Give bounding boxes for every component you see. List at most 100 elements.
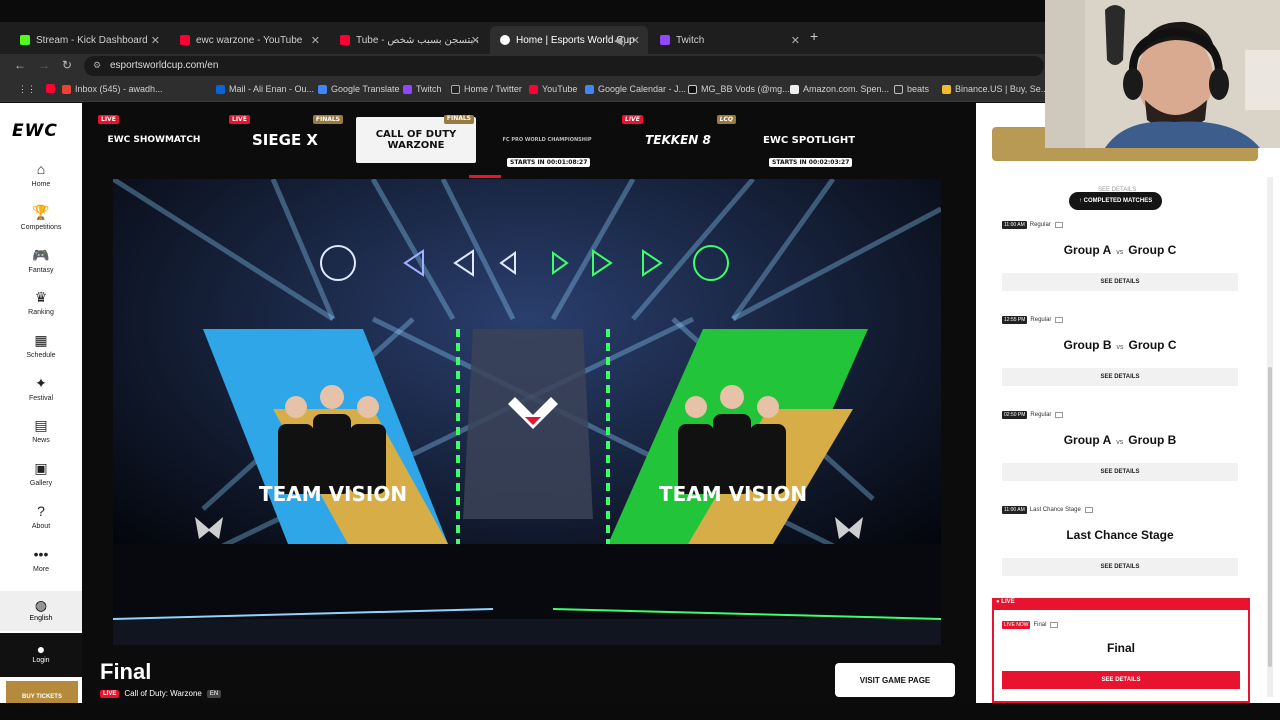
right-team-text: TEAM VISION	[659, 482, 807, 506]
see-details-button[interactable]: SEE DETAILS	[1002, 463, 1238, 481]
completed-matches-button[interactable]: ↑ COMPLETED MATCHES	[1069, 192, 1163, 210]
bookmark-youtube[interactable]: YouTube	[529, 84, 577, 94]
bookmark-youtube-icon[interactable]	[46, 84, 59, 93]
bookmark-mgbb[interactable]: MG_BB Vods (@mg...	[688, 84, 790, 94]
tab-youtube-ewc[interactable]: ewc warzone - YouTube ✕	[170, 26, 328, 54]
ewc-logo[interactable]: EWC	[12, 121, 72, 141]
festival-icon: ✦	[35, 375, 47, 391]
close-icon[interactable]: ✕	[791, 34, 800, 47]
nav-more[interactable]: ••• More	[0, 546, 82, 573]
login-button[interactable]: ● Login	[0, 633, 82, 677]
live-badge: LIVE	[100, 689, 120, 698]
taskbar-strip	[0, 703, 1280, 720]
see-details-live-button[interactable]: SEE DETAILS	[1002, 671, 1240, 689]
folder-icon	[894, 84, 903, 94]
close-icon[interactable]: ✕	[471, 34, 480, 47]
gmail-icon	[62, 84, 71, 94]
trophy-icon: 🏆	[32, 204, 50, 220]
calendar-icon	[585, 84, 594, 94]
reload-icon[interactable]: ↻	[62, 58, 72, 72]
game-siege-x[interactable]: LIVE FINALS SIEGE X	[225, 115, 345, 163]
tab-esports-world-cup[interactable]: Home | Esports World Cup ◀) ✕	[490, 26, 648, 54]
tiktok-icon	[688, 84, 697, 94]
user-icon: ●	[36, 641, 46, 657]
language-selector[interactable]: ◍ English	[0, 591, 82, 631]
tab-twitch[interactable]: Twitch ✕	[650, 26, 808, 54]
new-tab-button[interactable]: +	[810, 28, 818, 44]
crown-icon: ♛	[34, 289, 48, 305]
bookmark-binance[interactable]: Binance.US | Buy, Se...	[942, 84, 1048, 94]
stream-subline: LIVE Call of Duty: Warzone EN	[100, 689, 222, 698]
schedule-scrollbar[interactable]	[1267, 177, 1273, 697]
bookmark-mail[interactable]: Mail - Ali Enan - Ou...	[216, 84, 314, 94]
bookmark-twitch[interactable]: Twitch	[403, 84, 442, 94]
see-details-button[interactable]: SEE DETAILS	[1002, 273, 1238, 291]
match-card: 02:50 PM Regular Group Avs Group B SEE DET…	[1002, 411, 1238, 481]
buy-tickets-button[interactable]: BUY TICKETS	[6, 681, 78, 703]
game-ewc-spotlight[interactable]: EWC SPOTLIGHT STARTS IN 00:02:03:27	[749, 117, 869, 167]
see-details-button[interactable]: SEE DETAILS	[1002, 558, 1238, 576]
stream-icon	[1084, 507, 1093, 513]
apps-icon[interactable]: ⋮⋮	[18, 84, 36, 95]
video-player[interactable]: TEAM VISION TEAM VISION	[113, 179, 941, 645]
left-navigation: EWC ⌂ Home 🏆 Competitions 🎮 Fantasy ♛ Rankin…	[0, 103, 82, 703]
nav-fantasy[interactable]: 🎮 Fantasy	[0, 247, 82, 274]
nav-about[interactable]: ? About	[0, 503, 82, 530]
game-ewc-showmatch[interactable]: LIVE EWC SHOWMATCH	[94, 115, 214, 163]
stage-scene-image: TEAM VISION TEAM VISION	[113, 179, 941, 645]
back-arrow-icon[interactable]: ←	[14, 58, 26, 72]
match-card: 11:00 AM Last Chance Stage Last Chance St…	[1002, 506, 1238, 576]
bookmark-beats-folder[interactable]: beats	[894, 84, 929, 94]
translate-icon	[318, 84, 327, 94]
stream-icon	[1050, 622, 1059, 628]
youtube-icon	[180, 35, 190, 45]
scrollbar-thumb[interactable]	[1268, 367, 1272, 667]
site-info-icon[interactable]: ⚙	[93, 60, 101, 71]
url-input[interactable]: ⚙ esportsworldcup.com/en	[84, 56, 1044, 76]
bookmark-amazon[interactable]: Amazon.com. Spen...	[790, 84, 889, 94]
globe-icon: ◍	[34, 597, 48, 613]
bookmark-google-translate[interactable]: Google Translate	[318, 84, 400, 94]
kick-icon	[20, 35, 30, 45]
x-icon	[451, 84, 460, 94]
question-icon: ?	[37, 503, 45, 519]
close-icon[interactable]: ✕	[311, 34, 320, 47]
stream-icon	[1055, 317, 1064, 323]
speaker-icon[interactable]: ◀)	[614, 34, 626, 47]
game-fc-pro[interactable]: FC PRO WORLD CHAMPIONSHIP STARTS IN 00:0…	[487, 117, 607, 167]
game-tekken-8[interactable]: LIVE LCQ TEKKEN 8	[618, 115, 738, 163]
outlook-icon	[216, 84, 225, 94]
gamepad-icon: 🎮	[32, 247, 50, 263]
visit-game-page-button[interactable]: VISIT GAME PAGE	[835, 663, 955, 697]
nav-ranking[interactable]: ♛ Ranking	[0, 289, 82, 316]
binance-icon	[942, 84, 951, 94]
bookmark-twitter[interactable]: Home / Twitter	[451, 84, 522, 94]
nav-festival[interactable]: ✦ Festival	[0, 375, 82, 402]
bookmark-google-calendar[interactable]: Google Calendar - J...	[585, 84, 686, 94]
stream-info-bar: Final LIVE Call of Duty: Warzone EN VISI…	[82, 645, 976, 703]
close-icon[interactable]: ✕	[151, 34, 160, 47]
game-name: Call of Duty: Warzone	[124, 689, 202, 698]
nav-schedule[interactable]: ▦ Schedule	[0, 332, 82, 359]
home-icon: ⌂	[36, 161, 46, 177]
language-badge: EN	[206, 689, 222, 698]
close-icon[interactable]: ✕	[631, 34, 640, 47]
nav-gallery[interactable]: ▣ Gallery	[0, 460, 82, 487]
tab-kick-dashboard[interactable]: Stream - Kick Dashboard ✕	[10, 26, 168, 54]
gallery-icon: ▣	[34, 460, 48, 476]
match-card: 11:00 AM Regular Group Avs Group C SEE DET…	[1002, 221, 1238, 291]
tab-youtube-arabic[interactable]: Tube - كنت بتسجن بسبب شخص ✕	[330, 26, 488, 54]
bookmark-inbox[interactable]: Inbox (545) - awadh...	[62, 84, 163, 94]
match-card: 12:55 PM Regular Group Bvs Group C SEE DET…	[1002, 316, 1238, 386]
nav-home[interactable]: ⌂ Home	[0, 161, 82, 188]
more-icon: •••	[33, 546, 49, 562]
amazon-icon	[790, 84, 799, 94]
calendar-icon: ▦	[34, 332, 48, 348]
forward-arrow-icon[interactable]: →	[38, 58, 50, 72]
nav-news[interactable]: ▤ News	[0, 417, 82, 444]
selected-game-indicator	[469, 175, 501, 178]
game-warzone[interactable]: FINALS CALL OF DUTY WARZONE	[356, 115, 476, 163]
nav-competitions[interactable]: 🏆 Competitions	[0, 204, 82, 231]
see-details-button[interactable]: SEE DETAILS	[1002, 368, 1238, 386]
youtube-icon	[340, 35, 350, 45]
